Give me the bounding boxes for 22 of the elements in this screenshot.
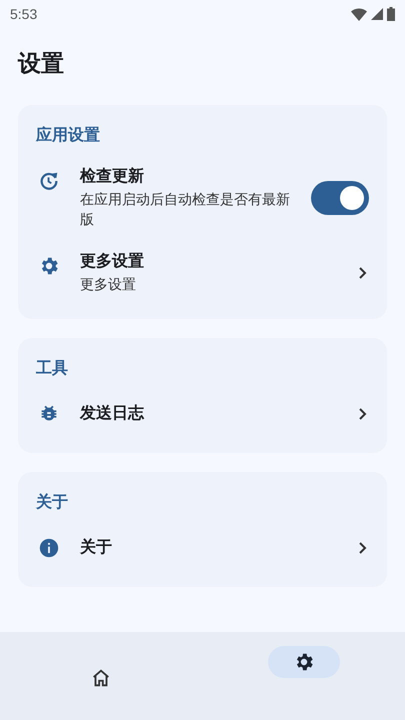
toggle-switch[interactable]	[311, 181, 369, 216]
settings-row[interactable]: 检查更新 在应用启动后自动检查是否有最新版	[18, 156, 387, 241]
row-title: 发送日志	[80, 403, 146, 424]
row-title: 关于	[80, 537, 113, 558]
settings-row[interactable]: 更多设置 更多设置	[18, 240, 387, 305]
info-icon	[38, 536, 60, 559]
row-subtitle: 在应用启动后自动检查是否有最新版	[80, 191, 291, 230]
row-title: 更多设置	[80, 250, 145, 272]
page-title: 设置	[16, 50, 65, 79]
nav-item[interactable]	[268, 646, 340, 678]
settings-row[interactable]: 发送日志	[18, 388, 387, 439]
clock: 5:53	[10, 6, 38, 22]
history-icon	[38, 170, 60, 192]
signal-icon	[371, 8, 383, 20]
row-title: 检查更新	[80, 166, 145, 187]
battery-icon	[387, 7, 395, 21]
row-subtitle: 更多设置	[80, 276, 137, 295]
section-title: 应用设置	[34, 125, 101, 146]
settings-row[interactable]: 关于	[18, 522, 387, 573]
section-title: 关于	[34, 492, 69, 513]
section-title: 工具	[35, 358, 69, 379]
wifi-icon	[351, 8, 367, 20]
